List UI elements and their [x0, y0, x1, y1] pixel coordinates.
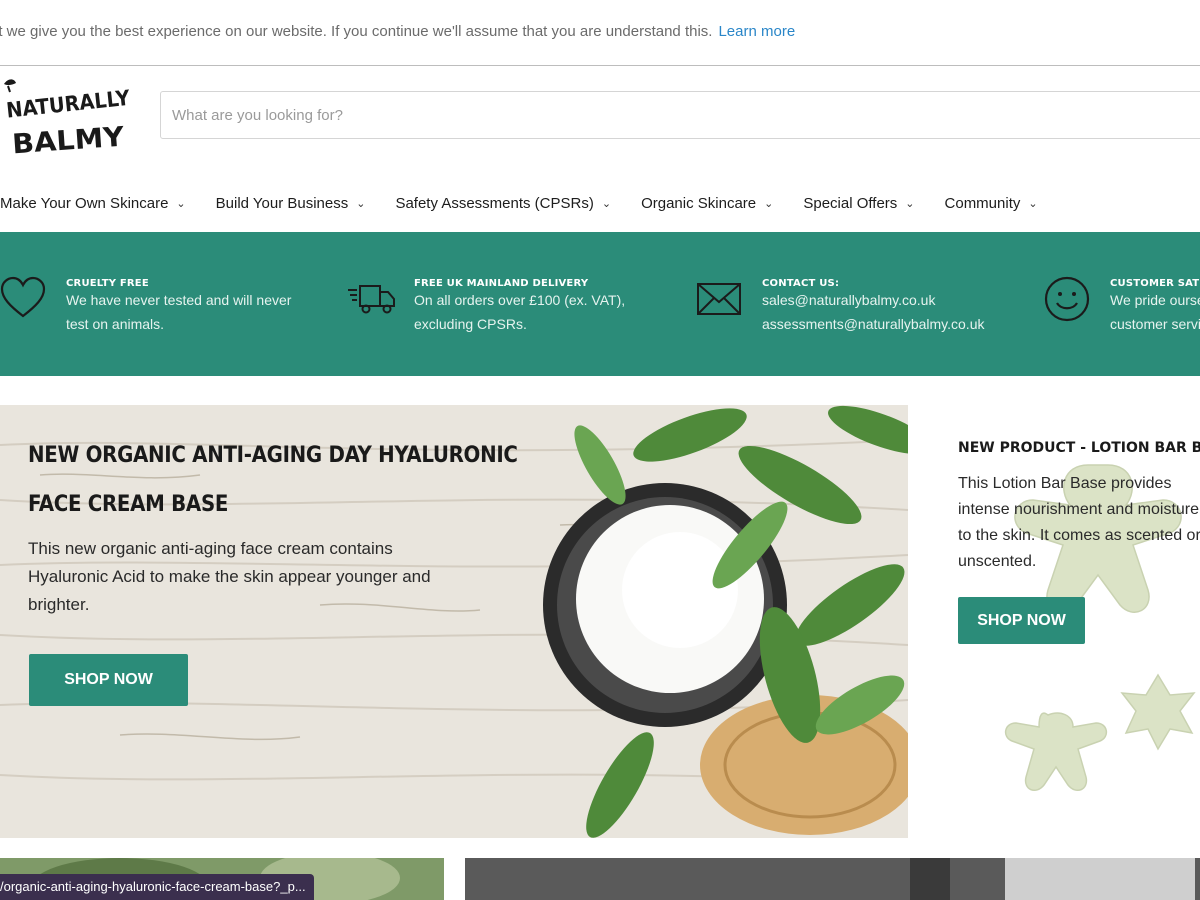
cookie-notice-bar: at we give you the best experience on ou…	[0, 0, 1200, 66]
nav-item-label: Special Offers	[803, 194, 898, 212]
hero-description-line: brighter.	[28, 595, 90, 614]
search-box[interactable]	[160, 91, 1200, 139]
feature-line: excluding CPSRs.	[414, 316, 527, 332]
side-banner-description-line: unscented.	[958, 553, 1037, 570]
bottom-right-tile[interactable]	[465, 858, 1200, 900]
nav-item-label: Safety Assessments (CPSRs)	[395, 194, 594, 212]
envelope-icon	[697, 283, 741, 315]
hero-background-image	[0, 405, 908, 838]
feature-title: FREE UK MAINLAND DELIVERY	[414, 278, 589, 289]
feature-line: test on animals.	[66, 316, 165, 332]
main-nav: Make Your Own Skincare ⌄ Build Your Busin…	[0, 186, 1068, 220]
feature-customer-satisfaction: CUSTOMER SATISFACTION We pride ourselves…	[1044, 272, 1200, 342]
search-input[interactable]	[161, 92, 1200, 138]
feature-line: We have never tested and will never	[66, 292, 292, 308]
chevron-down-icon: ⌄	[905, 197, 915, 210]
logo-line-1: NATURALLY	[5, 86, 132, 123]
nav-item-label: Community	[944, 194, 1021, 212]
nav-item-make-your-own-skincare[interactable]: Make Your Own Skincare ⌄	[0, 186, 186, 220]
cookie-message: at we give you the best experience on ou…	[0, 23, 713, 40]
side-banner-description-line: intense nourishment and moisture	[958, 501, 1200, 518]
chevron-down-icon: ⌄	[356, 197, 366, 210]
nav-item-label: Build Your Business	[215, 194, 349, 212]
side-shop-now-button[interactable]: SHOP NOW	[958, 597, 1085, 644]
status-bar-url: /organic-anti-aging-hyaluronic-face-crea…	[0, 874, 314, 900]
feature-line: We pride ourselves on our	[1110, 292, 1200, 308]
smiley-icon	[1044, 276, 1090, 322]
chevron-down-icon: ⌄	[176, 197, 186, 210]
nav-item-build-your-business[interactable]: Build Your Business ⌄	[216, 186, 366, 220]
assessments-email[interactable]: assessments@naturallybalmy.co.uk	[762, 316, 984, 332]
feature-line: customer service	[1110, 316, 1200, 332]
hero-title-line-1: NEW ORGANIC ANTI-AGING DAY HYALURONIC	[28, 443, 518, 468]
feature-contact-us: CONTACT US: sales@naturallybalmy.co.uk a…	[696, 272, 1036, 342]
hero-description-line: Hyaluronic Acid to make the skin appear …	[28, 567, 431, 586]
nav-item-label: Organic Skincare	[641, 194, 757, 212]
chevron-down-icon: ⌄	[1028, 197, 1038, 210]
features-band: CRUELTY FREE We have never tested and wi…	[0, 232, 1200, 376]
feature-line: On all orders over £100 (ex. VAT),	[414, 292, 626, 308]
side-banner-description-line: This Lotion Bar Base provides	[958, 475, 1172, 492]
feature-title: CONTACT US:	[762, 278, 840, 289]
heart-icon	[0, 276, 46, 318]
nav-item-organic-skincare[interactable]: Organic Skincare ⌄	[641, 186, 773, 220]
nav-item-label: Make Your Own Skincare	[0, 194, 169, 212]
feature-title: CRUELTY FREE	[66, 278, 149, 289]
side-banner-title: NEW PRODUCT - LOTION BAR BASE	[958, 440, 1200, 456]
site-logo[interactable]: NATURALLY BALMY	[0, 74, 140, 164]
bottom-right-tile-image	[465, 858, 1200, 900]
logo-line-2: BALMY	[11, 122, 125, 161]
logo-artwork: NATURALLY BALMY	[4, 79, 132, 161]
nav-item-community[interactable]: Community ⌄	[945, 186, 1038, 220]
sales-email[interactable]: sales@naturallybalmy.co.uk	[762, 292, 935, 308]
hero-description-line: This new organic anti-aging face cream c…	[28, 539, 393, 558]
nav-item-special-offers[interactable]: Special Offers ⌄	[803, 186, 914, 220]
chevron-down-icon: ⌄	[764, 197, 774, 210]
feature-cruelty-free: CRUELTY FREE We have never tested and wi…	[0, 272, 340, 342]
chevron-down-icon: ⌄	[601, 197, 612, 210]
cookie-notice-text: at we give you the best experience on ou…	[0, 23, 795, 40]
nav-item-safety-assessments[interactable]: Safety Assessments (CPSRs) ⌄	[395, 186, 611, 220]
side-banner-description-line: to the skin. It comes as scented or	[958, 527, 1200, 544]
hero-shop-now-button[interactable]: SHOP NOW	[29, 654, 188, 706]
truck-icon	[348, 285, 395, 314]
hero-banner[interactable]: NEW ORGANIC ANTI-AGING DAY HYALURONIC FA…	[0, 405, 908, 838]
hero-title-line-2: FACE CREAM BASE	[28, 492, 229, 517]
side-banner-lotion-bar[interactable]: NEW PRODUCT - LOTION BAR BASE This Lotio…	[908, 405, 1200, 838]
learn-more-link[interactable]: Learn more	[718, 23, 795, 40]
feature-title: CUSTOMER SATISFACTION	[1110, 278, 1200, 289]
feature-free-delivery: FREE UK MAINLAND DELIVERY On all orders …	[348, 272, 688, 342]
